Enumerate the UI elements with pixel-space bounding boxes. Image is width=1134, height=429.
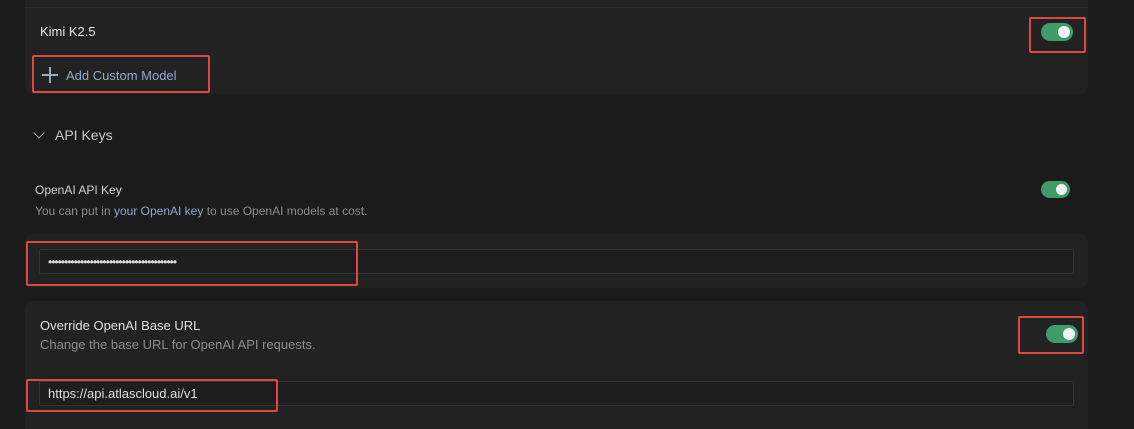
openai-key-toggle[interactable] [1041, 181, 1070, 198]
override-url-toggle[interactable] [1046, 325, 1078, 343]
chevron-down-icon [33, 127, 45, 139]
model-enable-toggle[interactable] [1041, 23, 1073, 41]
api-keys-section-title: API Keys [55, 127, 113, 143]
add-custom-model-label: Add Custom Model [66, 67, 177, 83]
openai-key-input[interactable]: •••••••••••••••••••••••••••••••••••••••• [39, 249, 1074, 274]
toggle-knob [1058, 26, 1070, 38]
model-name: Kimi K2.5 [40, 24, 96, 39]
openai-key-label: OpenAI API Key [35, 183, 122, 197]
toggle-knob [1063, 328, 1075, 340]
base-url-input[interactable]: https://api.atlascloud.ai/v1 [39, 381, 1074, 406]
add-custom-model-button[interactable]: Add Custom Model [42, 63, 177, 87]
models-card [25, 0, 1088, 94]
openai-key-link[interactable]: your OpenAI key [114, 204, 203, 218]
openai-key-description: You can put in your OpenAI key to use Op… [35, 204, 367, 218]
divider [25, 7, 1088, 8]
override-url-label: Override OpenAI Base URL [40, 318, 201, 333]
desc-prefix: You can put in [35, 204, 114, 218]
api-keys-section-header[interactable]: API Keys [33, 127, 113, 143]
override-url-description: Change the base URL for OpenAI API reque… [40, 337, 316, 352]
plus-icon [42, 67, 58, 83]
toggle-knob [1056, 184, 1067, 195]
desc-suffix: to use OpenAI models at cost. [203, 204, 368, 218]
